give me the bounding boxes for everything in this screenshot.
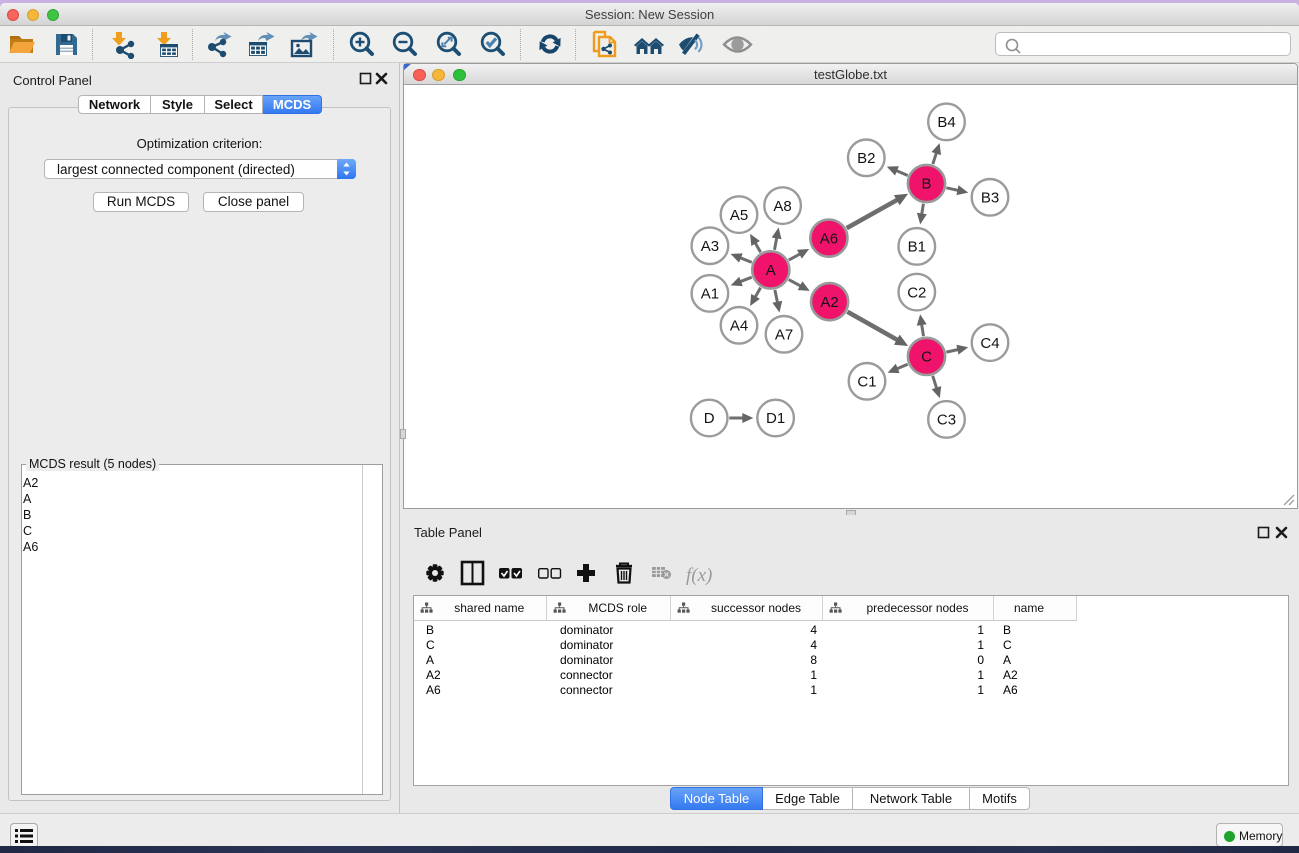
svg-text:A1: A1 (701, 286, 719, 303)
svg-text:C4: C4 (980, 335, 999, 352)
svg-text:D: D (704, 410, 715, 427)
svg-text:C3: C3 (937, 412, 956, 429)
svg-text:C2: C2 (907, 284, 926, 301)
svg-text:B4: B4 (937, 114, 955, 131)
svg-text:A5: A5 (730, 207, 748, 224)
svg-text:A3: A3 (701, 238, 719, 255)
svg-text:C1: C1 (857, 374, 876, 391)
svg-text:A: A (766, 262, 776, 279)
svg-text:D1: D1 (766, 410, 785, 427)
svg-text:B3: B3 (981, 190, 999, 207)
svg-text:B1: B1 (908, 239, 926, 256)
svg-text:A2: A2 (820, 294, 838, 311)
svg-text:f(x): f(x) (686, 565, 712, 586)
svg-text:A8: A8 (773, 198, 791, 215)
svg-text:B2: B2 (857, 150, 875, 167)
svg-text:C: C (921, 349, 932, 366)
svg-text:A6: A6 (820, 230, 838, 247)
svg-text:B: B (921, 176, 931, 193)
svg-text:A7: A7 (775, 327, 793, 344)
svg-text:A4: A4 (730, 318, 748, 335)
